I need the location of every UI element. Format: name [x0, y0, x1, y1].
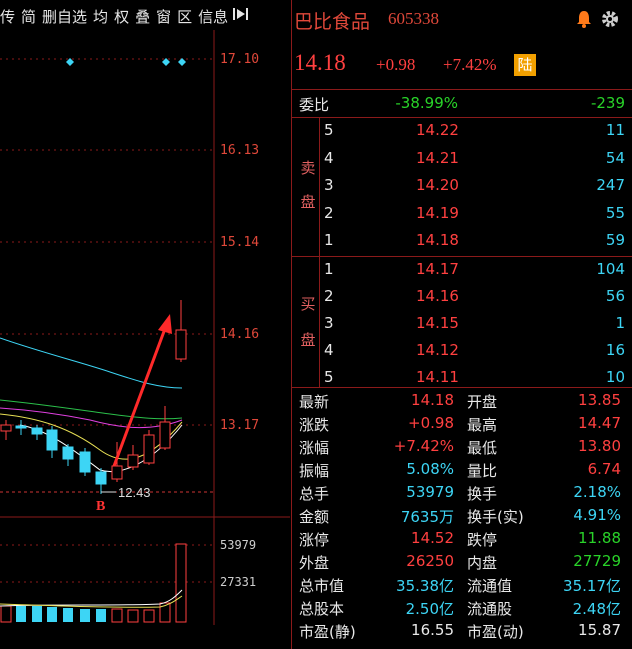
toolbar-item-info[interactable]: 信息 — [198, 6, 228, 27]
low-price-label: 12.43 — [118, 485, 151, 500]
toolbar-item-delete-watchlist[interactable]: 删自选 — [42, 6, 87, 27]
bid-row-1[interactable]: 1 14.17 104 — [292, 257, 632, 281]
ma-line-white — [19, 424, 183, 473]
ask-row-1[interactable]: 1 14.18 59 — [292, 228, 632, 252]
weibi-row: 委比 -38.99% -239 — [292, 91, 632, 115]
volume-ma-white — [0, 589, 183, 607]
price-tick-label: 17.10 — [220, 52, 259, 67]
quote-panel: 巴比食品 605338 14.18 +0.98 +7.42% 陆 委比 -38.… — [291, 0, 632, 649]
bid-row-4[interactable]: 4 14.12 16 — [292, 338, 632, 362]
stat-row: 涨停 14.52 跌停 11.88 — [299, 529, 621, 549]
bid-row-2[interactable]: 2 14.16 56 — [292, 284, 632, 308]
ma-line-green — [0, 399, 183, 420]
stock-name: 巴比食品 — [294, 12, 371, 33]
weibi-diff: -239 — [590, 94, 625, 112]
stat-row: 总股本 2.50亿 流通股 2.48亿 — [299, 600, 621, 618]
volume-tick-label: 27331 — [220, 575, 256, 589]
volume-tick-label: 53979 — [220, 538, 256, 552]
stat-row: 外盘 26250 内盘 27729 — [299, 552, 621, 572]
stock-code: 605338 — [388, 9, 439, 28]
price-tick-label: 13.17 — [220, 418, 259, 433]
toolbar-item-rights[interactable]: 权 — [114, 6, 129, 27]
toolbar-item-jian[interactable]: 简 — [21, 6, 36, 27]
price-change: +0.98 — [376, 55, 416, 74]
price-tick-label: 14.16 — [220, 327, 259, 342]
price-tick-label: 16.13 — [220, 143, 259, 158]
stat-row: 最新 14.18 开盘 13.85 — [299, 391, 621, 411]
toolbar-item-window[interactable]: 窗 — [156, 6, 171, 27]
toolbar-item-overlay[interactable]: 叠 — [135, 6, 150, 27]
hk-connect-badge: 陆 — [514, 54, 536, 76]
buy-signal-marker: B — [96, 499, 105, 514]
toolbar-item-chuan[interactable]: 传 — [0, 6, 15, 27]
panel-toggle-icon[interactable] — [232, 6, 250, 26]
ask-row-5[interactable]: 5 14.22 11 — [292, 118, 632, 142]
price-tick-label: 15.14 — [220, 235, 259, 250]
settings-gear-icon[interactable] — [600, 9, 620, 33]
price-gridlines — [0, 58, 214, 426]
bid-row-3[interactable]: 3 14.15 1 — [292, 311, 632, 335]
ma-line-cyan — [0, 337, 183, 389]
stat-row: 涨幅 +7.42% 最低 13.80 — [299, 437, 621, 457]
alert-bell-icon[interactable] — [574, 9, 594, 33]
weibi-label: 委比 — [299, 96, 330, 114]
ask-row-3[interactable]: 3 14.20 247 — [292, 173, 632, 197]
divider — [292, 89, 632, 90]
stat-row: 振幅 5.08% 量比 6.74 — [299, 460, 621, 480]
toolbar-item-range[interactable]: 区 — [177, 6, 192, 27]
stat-row: 涨跌 +0.98 最高 14.47 — [299, 414, 621, 434]
ask-row-2[interactable]: 2 14.19 55 — [292, 201, 632, 225]
toolbar: 传 简 删自选 均 权 叠 窗 区 信息 — [0, 0, 290, 32]
stat-row: 总手 53979 换手 2.18% — [299, 483, 621, 503]
current-price: 14.18 — [294, 50, 346, 75]
stat-row: 总市值 35.38亿 流通值 35.17亿 — [299, 577, 621, 595]
toolbar-item-average[interactable]: 均 — [93, 6, 108, 27]
stat-row: 市盈(静) 16.55 市盈(动) 15.87 — [299, 621, 621, 641]
weibi-pct: -38.99% — [395, 94, 458, 112]
price-change-pct: +7.42% — [443, 55, 497, 74]
ask-row-4[interactable]: 4 14.21 54 — [292, 146, 632, 170]
volume-bars — [0, 543, 187, 623]
kline-chart[interactable]: 17.10 16.13 15.14 14.16 13.17 12.43 B 53… — [0, 30, 290, 625]
stat-row: 金额 7635万 换手(实) 4.91% — [299, 506, 621, 526]
bid-row-5[interactable]: 5 14.11 10 — [292, 365, 632, 389]
